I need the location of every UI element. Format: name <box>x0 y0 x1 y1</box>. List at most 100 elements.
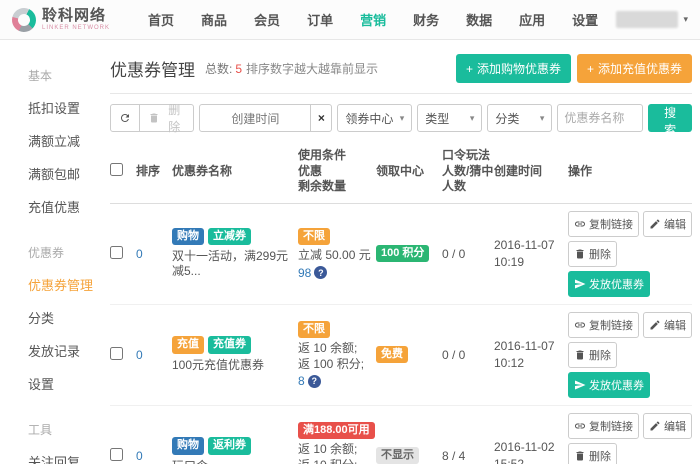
badge: 充值 <box>172 336 204 353</box>
send-coupon-button[interactable]: 发放优惠券 <box>568 372 650 398</box>
brand-subtitle: LINKER NETWORK <box>42 25 110 31</box>
trash-icon <box>574 450 586 462</box>
row-checkbox[interactable] <box>110 246 123 259</box>
header-created: 创建时间 <box>494 164 568 180</box>
select-all-checkbox[interactable] <box>110 163 123 176</box>
copy-link-button[interactable]: 复制链接 <box>568 413 639 439</box>
user-menu[interactable]: ▾ <box>616 11 688 28</box>
edit-button[interactable]: 编辑 <box>643 211 692 237</box>
header-sort: 排序 <box>136 164 172 180</box>
copy-link-button[interactable]: 复制链接 <box>568 211 639 237</box>
trash-icon <box>574 349 586 361</box>
command-stats: 0 / 0 <box>442 348 494 362</box>
edit-button[interactable]: 编辑 <box>643 413 692 439</box>
clear-date-icon[interactable]: × <box>310 104 332 132</box>
created-time: 2016-11-02 15:52 <box>494 439 568 464</box>
sort-value[interactable]: 0 <box>136 449 143 463</box>
sidebar-group: 优惠券 优惠券管理分类发放记录设置 <box>0 237 106 400</box>
sort-value[interactable]: 0 <box>136 247 143 261</box>
table-row: 0 购物返利券 玩口令 满188.00可用 返 10 余额;返 10 积分; 1… <box>110 406 692 464</box>
filter-bar: 删除 × 领券中心 ▾ 类型 ▾ 分类 ▾ 搜索 <box>110 104 692 132</box>
sidebar-item[interactable]: 满额立减 <box>0 124 106 157</box>
coupon-type-badges: 充值充值券 <box>172 336 292 353</box>
coupon-name: 100元充值优惠券 <box>172 358 292 374</box>
condition-badge: 不限 <box>298 321 330 338</box>
header-center: 领取中心 <box>376 164 442 180</box>
main-content: 优惠券管理 总数: 5 排序数字越大越靠前显示 + 添加购物优惠券 + 添加充值… <box>106 40 700 463</box>
table-body: 0 购物立减券 双十一活动，满299元减5... 不限 立减 50.00 元 9… <box>110 204 692 464</box>
refresh-button[interactable] <box>110 104 140 132</box>
sidebar-item[interactable]: 发放记录 <box>0 334 106 367</box>
center-select[interactable]: 领券中心 ▾ <box>337 104 412 132</box>
sidebar-item[interactable]: 抵扣设置 <box>0 91 106 124</box>
remaining-count: 8 <box>298 374 305 388</box>
search-button[interactable]: 搜索 <box>648 104 692 132</box>
link-icon <box>574 218 586 230</box>
nav-item[interactable]: 营销 <box>360 10 386 29</box>
help-icon[interactable]: ? <box>308 375 321 388</box>
help-icon[interactable]: ? <box>314 266 327 279</box>
coupon-name-input[interactable] <box>557 104 643 132</box>
category-select[interactable]: 分类 ▾ <box>487 104 552 132</box>
brand-logo[interactable]: 聆科网络 LINKER NETWORK <box>12 8 110 32</box>
condition-lines: 立减 50.00 元 <box>298 248 376 264</box>
sidebar-item[interactable]: 分类 <box>0 301 106 334</box>
sidebar-item[interactable]: 优惠券管理 <box>0 268 106 301</box>
row-checkbox[interactable] <box>110 448 123 461</box>
add-recharge-coupon-button[interactable]: + 添加充值优惠券 <box>577 54 692 83</box>
trash-icon <box>148 112 160 124</box>
total-label: 总数: <box>205 60 232 77</box>
edit-button[interactable]: 编辑 <box>643 312 692 338</box>
sidebar-group-title: 优惠券 <box>0 237 106 268</box>
condition-badge: 不限 <box>298 228 330 245</box>
sidebar-item[interactable]: 满额包邮 <box>0 157 106 190</box>
page-title: 优惠券管理 <box>110 56 195 81</box>
table-row: 0 充值充值券 100元充值优惠券 不限 返 10 余额;返 100 积分; 8… <box>110 305 692 406</box>
badge: 不显示 <box>376 447 419 464</box>
table-header-row: 排序 优惠券名称 使用条件 优惠 剩余数量 领取中心 口令玩法 人数/猜中 人数… <box>110 144 692 204</box>
nav-item[interactable]: 订单 <box>307 10 333 29</box>
nav-item[interactable]: 会员 <box>254 10 280 29</box>
created-time-input[interactable] <box>199 104 311 132</box>
header-coupon-name: 优惠券名称 <box>172 164 298 180</box>
sort-value[interactable]: 0 <box>136 348 143 362</box>
badge: 购物 <box>172 437 204 454</box>
send-coupon-button[interactable]: 发放优惠券 <box>568 271 650 297</box>
row-checkbox[interactable] <box>110 347 123 360</box>
sidebar-group-title: 工具 <box>0 414 106 445</box>
nav-item[interactable]: 数据 <box>466 10 492 29</box>
delete-button[interactable]: 删除 <box>568 342 617 368</box>
sort-hint: 排序数字越大越靠前显示 <box>246 60 378 77</box>
nav-item[interactable]: 设置 <box>572 10 598 29</box>
nav-item[interactable]: 首页 <box>148 10 174 29</box>
coupon-name: 玩口令 <box>172 459 292 464</box>
header-divider <box>110 93 692 94</box>
paper-plane-icon <box>574 379 586 391</box>
pencil-icon <box>649 420 661 432</box>
copy-link-button[interactable]: 复制链接 <box>568 312 639 338</box>
nav-item[interactable]: 应用 <box>519 10 545 29</box>
brand-swirl-icon <box>8 4 40 36</box>
chevron-down-icon: ▾ <box>540 113 545 124</box>
coupon-type-badges: 购物立减券 <box>172 228 292 245</box>
sidebar-item[interactable]: 关注回复 <box>0 445 106 464</box>
badge: 免费 <box>376 346 408 363</box>
type-select[interactable]: 类型 ▾ <box>417 104 482 132</box>
sidebar-item[interactable]: 设置 <box>0 367 106 400</box>
condition-lines: 返 10 余额;返 100 积分; <box>298 341 376 372</box>
nav-item[interactable]: 商品 <box>201 10 227 29</box>
delete-button[interactable]: 删除 <box>568 241 617 267</box>
delete-button[interactable]: 删除 <box>568 443 617 464</box>
badge: 返利券 <box>208 437 251 454</box>
chevron-down-icon: ▾ <box>470 113 475 124</box>
header-operations: 操作 <box>568 164 692 180</box>
remaining-count: 98 <box>298 266 311 280</box>
brand-name: 聆科网络 <box>42 8 110 23</box>
sidebar-item[interactable]: 充值优惠 <box>0 190 106 223</box>
add-shopping-coupon-button[interactable]: + 添加购物优惠券 <box>456 54 571 83</box>
command-stats: 0 / 0 <box>442 247 494 261</box>
nav-item[interactable]: 财务 <box>413 10 439 29</box>
badge: 购物 <box>172 228 204 245</box>
condition-lines: 返 10 余额;返 10 积分; <box>298 442 376 464</box>
bulk-delete-button[interactable]: 删除 <box>139 104 194 132</box>
